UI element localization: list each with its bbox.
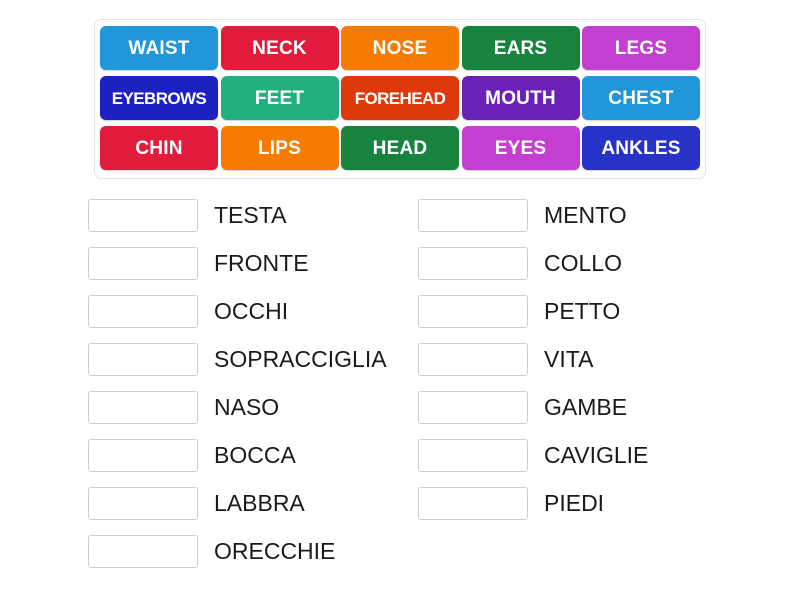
answer-row: PIEDI	[418, 479, 748, 527]
tile-label: CHIN	[135, 137, 183, 159]
answer-row: PETTO	[418, 287, 748, 335]
drop-box-left-5[interactable]	[88, 390, 198, 424]
answer-label: VITA	[544, 345, 594, 372]
tile-row-3: CHIN LIPS HEAD EYES ANKLES	[100, 126, 700, 172]
answer-label: CAVIGLIE	[544, 441, 649, 468]
answer-row: SOPRACCIGLIA	[88, 335, 418, 383]
tile-label: EYEBROWS	[111, 88, 207, 108]
answer-row: LABBRA	[88, 479, 418, 527]
tile-row-2: EYEBROWS FEET FOREHEAD MOUTH CHEST	[100, 76, 700, 122]
answer-label: GAMBE	[544, 393, 628, 420]
drop-box-right-2[interactable]	[418, 246, 528, 280]
drop-box-right-1[interactable]	[418, 198, 528, 232]
tile-ears[interactable]: EARS	[461, 26, 580, 70]
drop-box-right-6[interactable]	[418, 438, 528, 472]
answer-row: COLLO	[418, 239, 748, 287]
tile-label: ANKLES	[601, 137, 681, 159]
drop-box-left-6[interactable]	[88, 438, 198, 472]
drop-box-left-7[interactable]	[88, 486, 198, 520]
answer-label: TESTA	[214, 201, 287, 228]
answer-row: VITA	[418, 335, 748, 383]
tile-row-1: WAIST NECK NOSE EARS LEGS	[100, 26, 700, 72]
answer-label: MENTO	[544, 201, 627, 228]
drop-box-right-7[interactable]	[418, 486, 528, 520]
answer-label: SOPRACCIGLIA	[214, 345, 387, 372]
tile-mouth[interactable]: MOUTH	[461, 76, 580, 120]
answer-row: CAVIGLIE	[418, 431, 748, 479]
drop-box-right-3[interactable]	[418, 294, 528, 328]
answer-row: OCCHI	[88, 287, 418, 335]
tile-forehead[interactable]: FOREHEAD	[341, 76, 459, 120]
answer-label: OCCHI	[214, 297, 289, 324]
answer-label: LABBRA	[214, 489, 305, 516]
drop-box-left-2[interactable]	[88, 246, 198, 280]
tile-eyes[interactable]: EYES	[461, 126, 580, 170]
answer-label: COLLO	[544, 249, 622, 276]
tile-label: LEGS	[614, 37, 668, 59]
tile-feet[interactable]: FEET	[220, 76, 339, 120]
tile-ankles[interactable]: ANKLES	[582, 126, 700, 170]
tile-label: FEET	[254, 87, 305, 109]
tile-lips[interactable]: LIPS	[220, 126, 339, 170]
tile-label: WAIST	[128, 37, 190, 59]
tile-label: NECK	[252, 37, 307, 59]
answer-column-left: TESTA FRONTE OCCHI SOPRACCIGLIA NASO BOCCA LAB…	[88, 191, 418, 575]
tile-nose[interactable]: NOSE	[341, 26, 459, 70]
answer-row: GAMBE	[418, 383, 748, 431]
tile-chin[interactable]: CHIN	[100, 126, 218, 170]
answer-label: PIEDI	[544, 489, 605, 516]
drop-box-left-3[interactable]	[88, 294, 198, 328]
tile-bank: WAIST NECK NOSE EARS LEGS EYEBROWS FEET …	[94, 19, 706, 179]
drop-box-right-5[interactable]	[418, 390, 528, 424]
tile-head[interactable]: HEAD	[341, 126, 459, 170]
tile-waist[interactable]: WAIST	[100, 26, 218, 70]
answer-row: NASO	[88, 383, 418, 431]
tile-eyebrows[interactable]: EYEBROWS	[100, 76, 218, 120]
answer-area: TESTA FRONTE OCCHI SOPRACCIGLIA NASO BOCCA LAB…	[88, 191, 748, 575]
tile-neck[interactable]: NECK	[220, 26, 339, 70]
tile-legs[interactable]: LEGS	[582, 26, 700, 70]
tile-chest[interactable]: CHEST	[582, 76, 700, 120]
answer-column-right: MENTO COLLO PETTO VITA GAMBE CAVIGLIE PIEDI	[418, 191, 748, 575]
answer-label: FRONTE	[214, 249, 309, 276]
answer-row: MENTO	[418, 191, 748, 239]
answer-label: BOCCA	[214, 441, 296, 468]
answer-label: NASO	[214, 393, 280, 420]
drop-box-left-4[interactable]	[88, 342, 198, 376]
answer-row: TESTA	[88, 191, 418, 239]
answer-row: FRONTE	[88, 239, 418, 287]
drop-box-left-8[interactable]	[88, 534, 198, 568]
tile-label: EARS	[493, 37, 548, 59]
tile-label: LIPS	[257, 137, 302, 159]
drop-box-left-1[interactable]	[88, 198, 198, 232]
tile-label: EYES	[494, 137, 547, 159]
drop-box-right-4[interactable]	[418, 342, 528, 376]
tile-label: MOUTH	[485, 87, 556, 109]
answer-label: PETTO	[544, 297, 621, 324]
tile-label: CHEST	[608, 87, 674, 109]
answer-label: ORECCHIE	[214, 537, 336, 564]
answer-row: BOCCA	[88, 431, 418, 479]
tile-label: FOREHEAD	[354, 88, 446, 108]
answer-row: ORECCHIE	[88, 527, 418, 575]
tile-label: NOSE	[372, 37, 428, 59]
tile-label: HEAD	[372, 137, 428, 159]
